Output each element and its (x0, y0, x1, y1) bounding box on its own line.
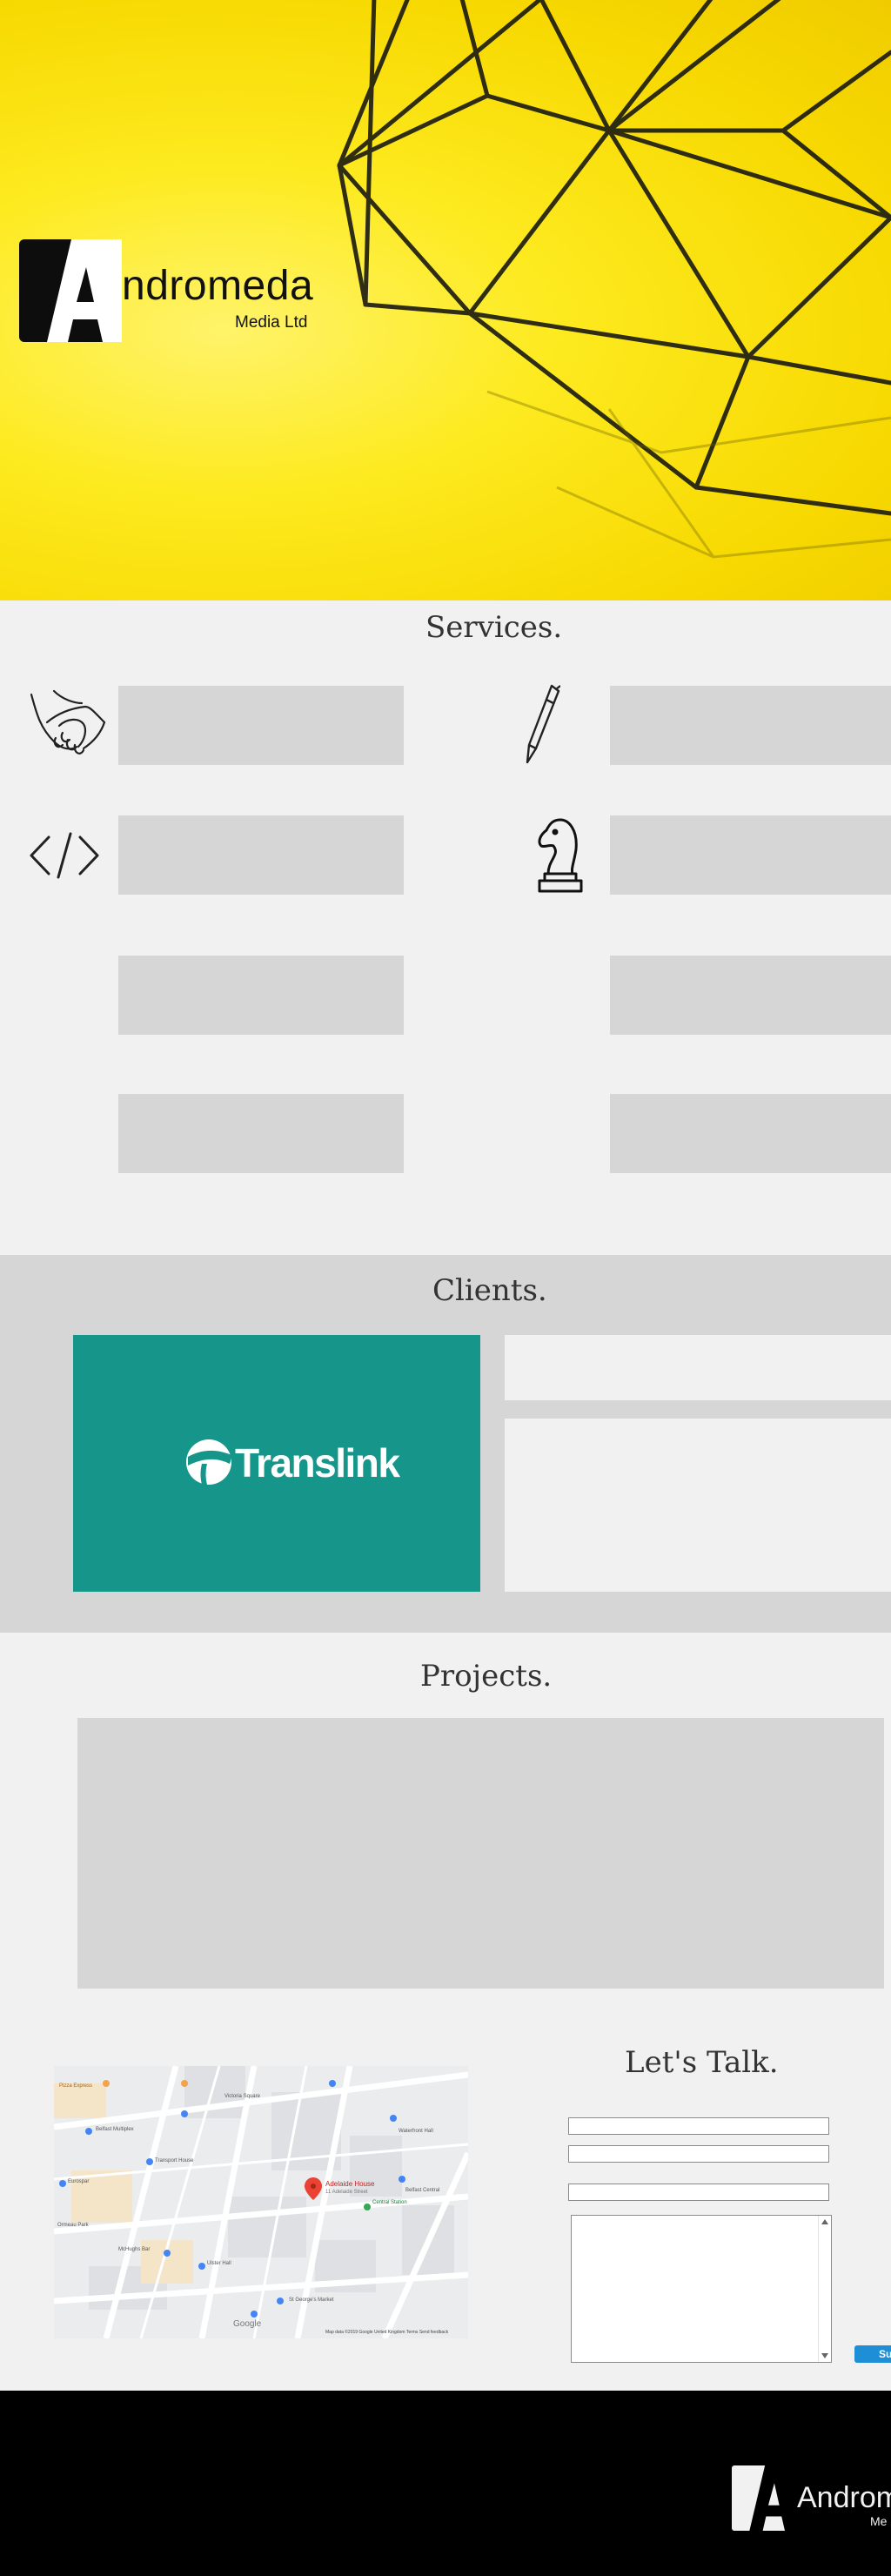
message-scrollbar[interactable] (818, 2216, 831, 2362)
map-label-6: Belfast Central (405, 2188, 440, 2193)
chess-knight-icon (538, 818, 583, 893)
brand-logo[interactable]: ndromeda Media Ltd (19, 239, 332, 344)
subject-field[interactable] (568, 2184, 829, 2201)
handshake-icon (30, 689, 106, 755)
footer-brand-name: Androme (797, 2481, 891, 2514)
client-card-3[interactable] (505, 1419, 891, 1592)
map-label-4: Pizza Express (59, 2083, 93, 2089)
service-card-3[interactable] (118, 815, 404, 895)
footer-logo-tile[interactable] (732, 2465, 797, 2531)
client-name-translink: Translink (235, 1440, 400, 1486)
scroll-up-icon[interactable] (821, 2219, 828, 2224)
service-card-2[interactable] (610, 686, 891, 765)
service-card-6[interactable] (610, 956, 891, 1035)
map-label-8: Central Station (372, 2200, 407, 2205)
map-label-9: Ulster Hall (207, 2261, 231, 2266)
contact-heading: Let's Talk. (625, 2045, 779, 2080)
service-card-7[interactable] (118, 1094, 404, 1173)
location-map[interactable]: Adelaide House 11 Adelaide Street Victor… (54, 2066, 468, 2338)
brand-name: ndromeda (122, 263, 314, 309)
clients-heading: Clients. (432, 1273, 547, 1308)
map-label-3: Transport House (155, 2158, 194, 2163)
map-label-5: Waterfront Hall (399, 2129, 433, 2134)
translink-logo-icon (186, 1439, 231, 1485)
pen-icon (526, 684, 560, 764)
footer-brand-subtitle: Me (870, 2514, 888, 2528)
hero-banner: ndromeda Media Ltd (0, 0, 891, 600)
project-card[interactable] (77, 1718, 884, 1989)
map-label-2: Belfast Multiplex (96, 2127, 134, 2132)
scroll-down-icon[interactable] (821, 2353, 828, 2358)
map-label-12: Ormeau Park (57, 2223, 89, 2228)
service-card-1[interactable] (118, 686, 404, 765)
map-marker-label: Adelaide House (325, 2180, 375, 2188)
service-card-5[interactable] (118, 956, 404, 1035)
footer-logo-a-icon (749, 2465, 797, 2531)
map-label-11: St George's Market (289, 2298, 334, 2303)
map-label-7: Eurospar (68, 2179, 90, 2184)
service-card-4[interactable] (610, 815, 891, 895)
brand-subtitle: Media Ltd (235, 313, 308, 332)
google-logo: Google (233, 2319, 262, 2329)
services-heading: Services. (425, 610, 563, 645)
projects-heading: Projects. (420, 1659, 553, 1694)
logo-tile (19, 239, 122, 342)
client-translink-tile[interactable]: Translink (73, 1335, 480, 1592)
client-card-2[interactable] (505, 1335, 891, 1400)
message-textarea[interactable] (571, 2215, 832, 2363)
map-label-10: McHughs Bar (118, 2247, 151, 2252)
service-card-8[interactable] (610, 1094, 891, 1173)
map-attribution[interactable]: Map data ©2019 Google United Kingdom Ter… (325, 2331, 448, 2335)
site-footer: Androme Me (0, 2391, 891, 2576)
map-label-1: Victoria Square (224, 2094, 260, 2099)
code-icon (30, 832, 99, 879)
email-field[interactable] (568, 2145, 829, 2163)
submit-button[interactable]: Su (854, 2345, 891, 2363)
map-marker-sublabel: 11 Adelaide Street (325, 2190, 368, 2195)
name-field[interactable] (568, 2117, 829, 2135)
logo-a-letter-icon (47, 239, 122, 342)
